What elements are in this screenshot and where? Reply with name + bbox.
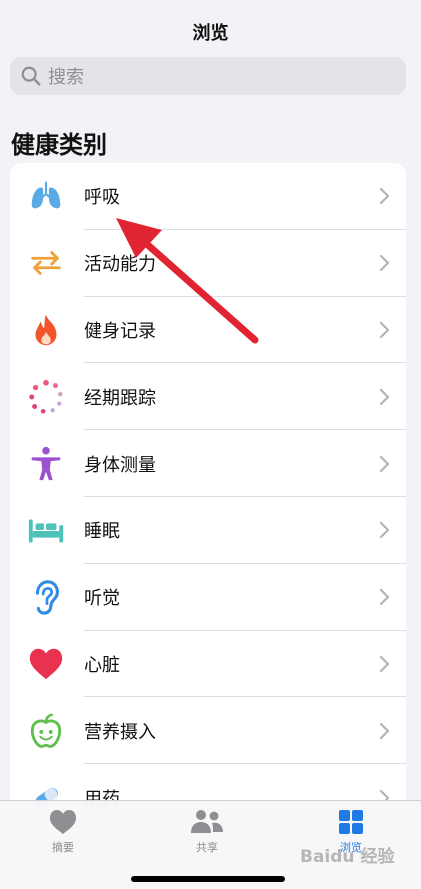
chevron-right-icon (379, 655, 390, 673)
category-row-sleep[interactable]: 睡眠 (10, 497, 406, 564)
chevron-right-icon (379, 722, 390, 739)
chevron-right-icon (379, 522, 390, 539)
chevron-right-icon (379, 255, 390, 272)
category-label: 听觉 (84, 588, 120, 610)
tab-label: 共享 (196, 841, 218, 854)
category-row-hearing[interactable]: 听觉 (10, 564, 406, 631)
category-label: 营养摄入 (84, 721, 156, 743)
chevron-right-icon (379, 455, 390, 472)
people-icon (191, 810, 223, 833)
search-placeholder: 搜索 (48, 67, 84, 88)
tab-label: 摘要 (52, 841, 74, 854)
category-list: 呼吸 活动能力 健身记录 经期跟踪 身体测量 睡眠 听觉 心脏 营养摄入 (10, 163, 406, 863)
category-row-fitness[interactable]: 健身记录 (10, 297, 406, 364)
category-row-nutrition[interactable]: 营养摄入 (10, 697, 406, 765)
category-row-breathing[interactable]: 呼吸 (10, 163, 406, 230)
search-icon (21, 66, 41, 86)
chevron-right-icon (379, 589, 390, 606)
arrows-icon (26, 243, 66, 283)
tab-sharing[interactable]: 共享 (157, 807, 257, 855)
section-title: 健康类别 (11, 131, 107, 159)
category-label: 睡眠 (84, 521, 120, 543)
lungs-icon (26, 176, 66, 216)
chevron-right-icon (379, 388, 390, 405)
heart-icon (26, 644, 66, 684)
chevron-right-icon (379, 321, 390, 339)
category-row-cycle-tracking[interactable]: 经期跟踪 (10, 363, 406, 431)
cycle-dots-icon (26, 377, 66, 417)
tab-summary[interactable]: 摘要 (13, 807, 113, 855)
grid-icon (339, 810, 363, 834)
search-field[interactable]: 搜索 (10, 57, 406, 95)
home-indicator (131, 876, 285, 882)
category-label: 呼吸 (84, 187, 120, 209)
category-label: 活动能力 (84, 254, 156, 276)
heart-tab-icon (50, 810, 76, 834)
apple-icon (26, 711, 66, 751)
category-label: 心脏 (84, 654, 120, 676)
person-icon (26, 444, 66, 484)
bed-icon (26, 510, 66, 550)
category-row-mobility[interactable]: 活动能力 (10, 230, 406, 297)
ear-icon (26, 577, 66, 617)
category-label: 身体测量 (84, 454, 156, 476)
category-label: 健身记录 (84, 320, 156, 342)
category-row-body-measurements[interactable]: 身体测量 (10, 430, 406, 497)
category-row-heart[interactable]: 心脏 (10, 631, 406, 698)
category-label: 经期跟踪 (84, 387, 156, 409)
chevron-right-icon (379, 188, 390, 205)
flame-icon (26, 310, 66, 350)
watermark: Baidu 经验 (300, 847, 395, 867)
page-title: 浏览 (192, 23, 229, 44)
